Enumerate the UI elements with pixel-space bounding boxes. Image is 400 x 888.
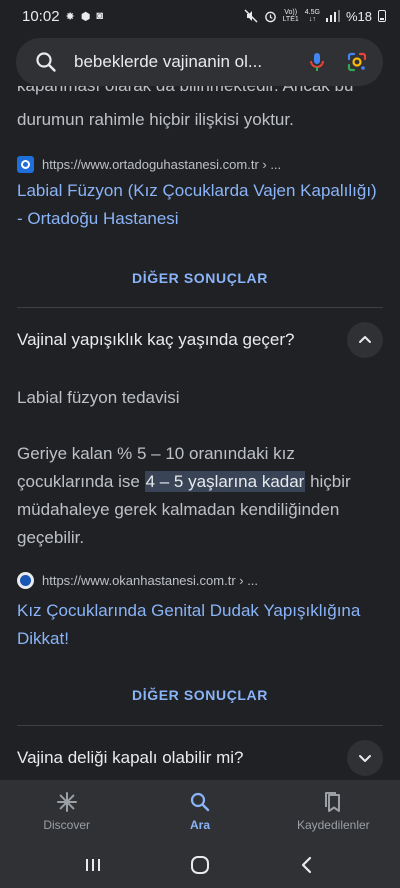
home-icon — [190, 856, 209, 874]
battery-icon — [378, 10, 386, 22]
status-right: Vo)) LTE1 4.5G ↓↑ %18 — [244, 9, 386, 24]
source-url: https://www.ortadoguhastanesi.com.tr › .… — [42, 156, 282, 172]
battery-text: %18 — [345, 8, 372, 24]
question-text: Vajina deliği kapalı olabilir mi? — [17, 748, 244, 767]
result-link-labial[interactable]: Labial Füzyon (Kız Çocuklarda Vajen Kapa… — [0, 177, 400, 233]
chevron-up-icon — [359, 336, 371, 343]
nav-search[interactable]: Ara — [133, 780, 266, 842]
ortadogu-favicon — [17, 155, 34, 173]
nav-saved[interactable]: Kaydedilenler — [267, 780, 400, 842]
sun-icon: ✸ — [65, 10, 75, 23]
more-results-button[interactable]: DİĞER SONUÇLAR — [0, 687, 400, 703]
system-nav-bar — [0, 842, 400, 888]
expand-button[interactable] — [347, 740, 383, 776]
snippet-text: durumun rahimle hiçbir ilişkisi yoktur. — [17, 110, 294, 129]
nav-label: Kaydedilenler — [296, 818, 370, 832]
back-button[interactable] — [287, 850, 327, 880]
answer-text: Geriye kalan % 5 – 10 oranındaki kız çoc… — [0, 440, 400, 552]
bookmarks-icon — [325, 792, 341, 812]
status-left: 10:02 ✸ ⬢ ◙ — [22, 8, 103, 25]
home-button[interactable] — [180, 850, 220, 880]
results-content[interactable]: kapanması olarak da bilinmektedir. Ancak… — [0, 86, 400, 780]
result-link-okan[interactable]: Kız Çocuklarında Genital Dudak Yapışıklı… — [0, 597, 400, 653]
source-ortadogu[interactable]: https://www.ortadoguhastanesi.com.tr › .… — [0, 154, 298, 174]
search-input[interactable]: bebeklerde vajinanin ol... — [74, 52, 291, 72]
asterisk-icon — [56, 792, 77, 812]
cut-text: kapanması olarak da bilinmektedir. Ancak… — [17, 86, 353, 100]
source-okan[interactable]: https://www.okanhastanesi.com.tr › ... — [0, 570, 275, 590]
alarm-icon — [264, 11, 276, 22]
chevron-down-icon — [359, 755, 371, 762]
question-row-1[interactable]: Vajinal yapışıklık kaç yaşında geçer? — [0, 308, 400, 372]
net-text: 4.5G — [304, 9, 320, 16]
search-icon — [190, 792, 210, 812]
more-results-button[interactable]: DİĞER SONUÇLAR — [0, 270, 400, 286]
status-bar: 10:02 ✸ ⬢ ◙ Vo)) LTE1 4.5G ↓↑ %18 — [0, 0, 400, 32]
question-text: Vajinal yapışıklık kaç yaşında geçer? — [17, 330, 295, 349]
status-time: 10:02 — [22, 7, 60, 25]
camera-icon: ◙ — [96, 10, 104, 22]
okan-favicon — [17, 571, 34, 589]
bottom-nav: Discover Ara Kaydedilenler — [0, 780, 400, 842]
collapse-button[interactable] — [347, 322, 383, 358]
volte-label: Vo)) LTE1 — [283, 9, 299, 23]
question-row-2[interactable]: Vajina deliği kapalı olabilir mi? — [0, 726, 400, 780]
mute-icon — [244, 9, 258, 23]
cube-icon: ⬢ — [80, 10, 91, 23]
lte-text: LTE1 — [282, 16, 299, 23]
signal-icon — [325, 10, 340, 22]
recent-apps-button[interactable] — [73, 850, 113, 880]
lens-icon[interactable] — [345, 50, 369, 74]
nav-discover[interactable]: Discover — [0, 780, 133, 842]
recent-apps-icon — [86, 859, 101, 871]
answer-highlight: 4 – 5 yaşlarına kadar — [144, 471, 306, 492]
source-url: https://www.okanhastanesi.com.tr › ... — [42, 572, 259, 588]
cut-text-line: kapanması olarak da bilinmektedir. Ancak… — [17, 86, 383, 100]
mic-icon[interactable] — [305, 50, 329, 74]
search-icon[interactable] — [34, 50, 58, 74]
volte-text: Vo)) — [284, 9, 298, 16]
back-icon — [301, 856, 311, 874]
nav-label: Discover — [43, 818, 90, 832]
answer-heading: Labial füzyon tedavisi — [17, 388, 180, 407]
search-bar[interactable]: bebeklerde vajinanin ol... — [16, 38, 383, 86]
nav-label: Ara — [189, 818, 210, 832]
network-label: 4.5G ↓↑ — [304, 9, 320, 23]
